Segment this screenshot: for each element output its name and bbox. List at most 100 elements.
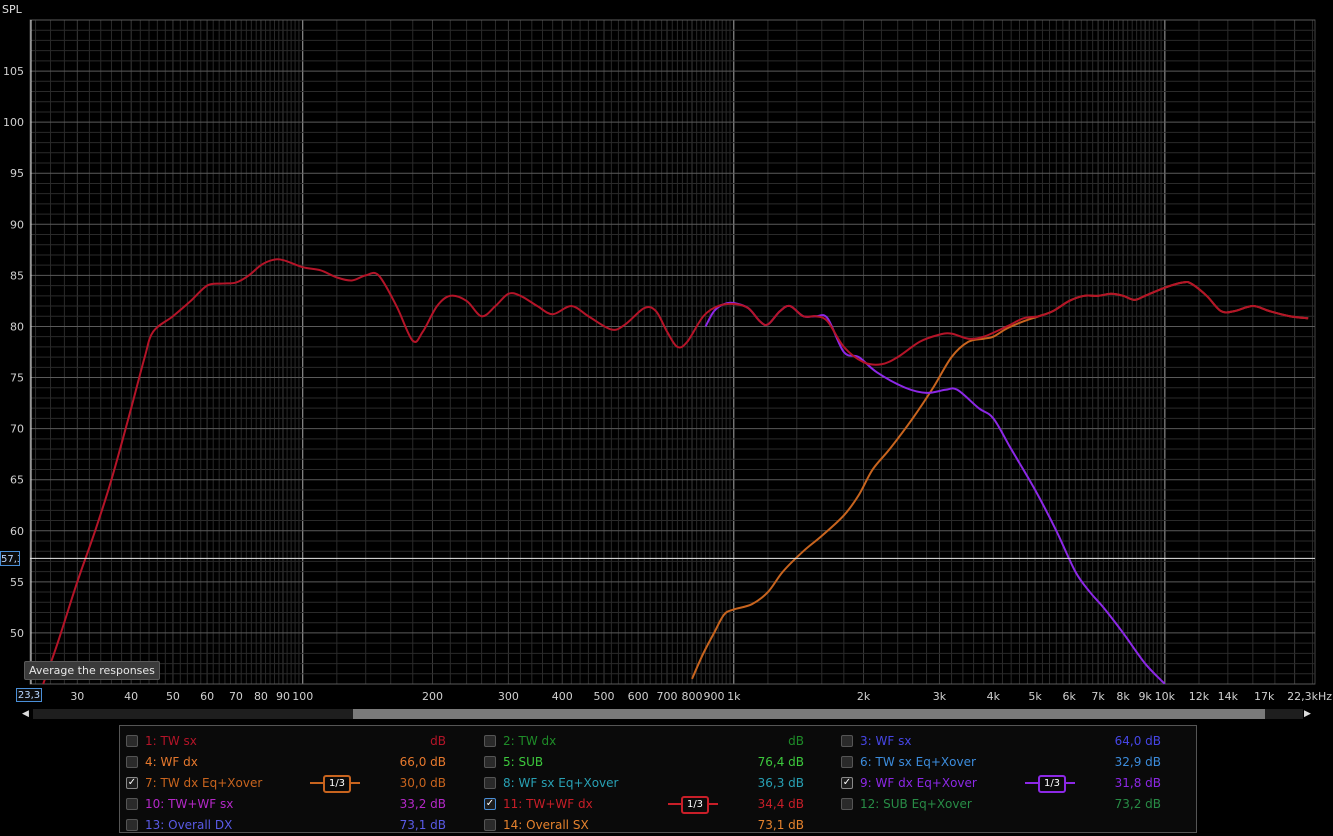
legend-item-name: 9: WF dx Eq+Xover xyxy=(860,776,977,790)
legend-item-value: 31,8 dB xyxy=(1114,776,1161,790)
y-axis-label: SPL xyxy=(2,3,22,16)
smoothing-label: 1/3 xyxy=(1038,775,1066,793)
legend-item-name: 13: Overall DX xyxy=(145,818,233,832)
smoothing-indicator[interactable]: 1/3 xyxy=(668,795,718,814)
y-tick-label: 90 xyxy=(10,218,24,231)
legend-checkbox[interactable] xyxy=(126,735,138,747)
legend-item-value: dB xyxy=(430,734,446,748)
average-tooltip: Average the responses xyxy=(24,661,160,680)
x-tick-label: 300 xyxy=(498,690,519,703)
legend-item-value: 34,4 dB xyxy=(757,797,804,811)
x-tick-label: 50 xyxy=(166,690,180,703)
legend-item-value: 64,0 dB xyxy=(1114,734,1161,748)
y-tick-label: 95 xyxy=(10,167,24,180)
y-tick-label: 75 xyxy=(10,372,24,385)
legend-item[interactable]: ✓ 9: WF dx Eq+Xover 1/3 31,8 dB xyxy=(841,774,1161,794)
y-tick-label: 70 xyxy=(10,423,24,436)
legend-checkbox[interactable] xyxy=(126,819,138,831)
cursor-y-readout: 57,3 xyxy=(0,551,20,566)
x-tick-label: 12k xyxy=(1189,690,1210,703)
legend-item-value: 73,2 dB xyxy=(1114,797,1161,811)
legend-item-name: 8: WF sx Eq+Xover xyxy=(503,776,619,790)
x-tick-label: 5k xyxy=(1028,690,1042,703)
arrow-left-icon[interactable]: ◀ xyxy=(22,708,32,720)
legend-checkbox[interactable] xyxy=(841,798,853,810)
legend-item[interactable]: 3: WF sx 64,0 dB xyxy=(841,732,1161,752)
x-tick-label: 14k xyxy=(1218,690,1239,703)
legend-item[interactable]: 14: Overall SX 73,1 dB xyxy=(484,816,804,836)
legend-item[interactable]: 4: WF dx 66,0 dB xyxy=(126,753,446,773)
smoothing-indicator[interactable]: 1/3 xyxy=(310,774,360,793)
legend-item-name: 12: SUB Eq+Xover xyxy=(860,797,972,811)
legend-item-value: 30,0 dB xyxy=(399,776,446,790)
x-tick-label: 17k xyxy=(1254,690,1275,703)
x-tick-label: 80 xyxy=(254,690,268,703)
x-tick-label: 100 xyxy=(292,690,313,703)
legend-checkbox[interactable] xyxy=(841,756,853,768)
y-tick-label: 100 xyxy=(3,116,24,129)
legend-item-name: 7: TW dx Eq+Xover xyxy=(145,776,263,790)
y-tick-label: 105 xyxy=(3,65,24,78)
legend-item-value: 73,1 dB xyxy=(757,818,804,832)
x-tick-label: 22,3kHz xyxy=(1287,690,1332,703)
scrollbar-thumb[interactable] xyxy=(353,709,1265,719)
y-tick-label: 80 xyxy=(10,320,24,333)
legend-item-name: 2: TW dx xyxy=(503,734,557,748)
arrow-right-icon[interactable]: ▶ xyxy=(1304,708,1314,720)
legend-item-value: 76,4 dB xyxy=(757,755,804,769)
legend-item-value: 36,3 dB xyxy=(757,776,804,790)
legend-item-value: 33,2 dB xyxy=(399,797,446,811)
legend-item[interactable]: 2: TW dx dB xyxy=(484,732,804,752)
legend-item[interactable]: 10: TW+WF sx 33,2 dB xyxy=(126,795,446,815)
x-tick-label: 3k xyxy=(933,690,947,703)
legend-item[interactable]: 5: SUB 76,4 dB xyxy=(484,753,804,773)
x-tick-label: 700 xyxy=(657,690,678,703)
x-tick-label: 500 xyxy=(594,690,615,703)
measurement-legend: 1: TW sx dB 2: TW dx dB 3: WF sx 64,0 dB 4: WF… xyxy=(119,725,1197,833)
legend-item-name: 6: TW sx Eq+Xover xyxy=(860,755,976,769)
legend-item-value: 73,1 dB xyxy=(399,818,446,832)
legend-item[interactable]: ✓ 7: TW dx Eq+Xover 1/3 30,0 dB xyxy=(126,774,446,794)
x-tick-label: 30 xyxy=(70,690,84,703)
x-tick-label: 600 xyxy=(628,690,649,703)
legend-checkbox[interactable] xyxy=(484,777,496,789)
legend-checkbox[interactable]: ✓ xyxy=(484,798,496,810)
legend-checkbox[interactable] xyxy=(841,735,853,747)
smoothing-label: 1/3 xyxy=(323,775,351,793)
x-tick-label: 200 xyxy=(422,690,443,703)
legend-checkbox[interactable] xyxy=(126,798,138,810)
legend-item[interactable]: ✓ 11: TW+WF dx 1/3 34,4 dB xyxy=(484,795,804,815)
legend-item[interactable]: 13: Overall DX 73,1 dB xyxy=(126,816,446,836)
legend-item-name: 1: TW sx xyxy=(145,734,197,748)
x-tick-label: 9k xyxy=(1138,690,1152,703)
legend-item-value: 66,0 dB xyxy=(399,755,446,769)
x-tick-label: 90 xyxy=(276,690,290,703)
cursor-x-readout: 23,3 xyxy=(16,688,42,702)
legend-checkbox[interactable] xyxy=(484,819,496,831)
x-tick-label: 4k xyxy=(987,690,1001,703)
legend-checkbox[interactable] xyxy=(484,735,496,747)
x-tick-label: 900 xyxy=(704,690,725,703)
legend-item[interactable]: 12: SUB Eq+Xover 73,2 dB xyxy=(841,795,1161,815)
legend-checkbox[interactable] xyxy=(126,756,138,768)
legend-item-value: dB xyxy=(788,734,804,748)
legend-item[interactable]: 1: TW sx dB xyxy=(126,732,446,752)
x-tick-label: 7k xyxy=(1091,690,1105,703)
frequency-response-plot[interactable]: 50 55 60 65 70 75 80 85 90 95 100 105 30 40 50 60 70 80 90… xyxy=(0,0,1333,710)
legend-checkbox[interactable] xyxy=(484,756,496,768)
legend-checkbox[interactable]: ✓ xyxy=(841,777,853,789)
y-tick-label: 60 xyxy=(10,525,24,538)
legend-item-name: 14: Overall SX xyxy=(503,818,589,832)
x-tick-label: 400 xyxy=(552,690,573,703)
legend-item-name: 11: TW+WF dx xyxy=(503,797,593,811)
x-tick-label: 70 xyxy=(229,690,243,703)
legend-item-name: 10: TW+WF sx xyxy=(145,797,234,811)
legend-item[interactable]: 8: WF sx Eq+Xover 36,3 dB xyxy=(484,774,804,794)
x-tick-label: 2k xyxy=(857,690,871,703)
horizontal-scrollbar[interactable] xyxy=(33,709,1303,719)
smoothing-indicator[interactable]: 1/3 xyxy=(1025,774,1075,793)
legend-checkbox[interactable]: ✓ xyxy=(126,777,138,789)
y-tick-label: 50 xyxy=(10,627,24,640)
x-tick-label: 1k xyxy=(727,690,741,703)
legend-item[interactable]: 6: TW sx Eq+Xover 32,9 dB xyxy=(841,753,1161,773)
